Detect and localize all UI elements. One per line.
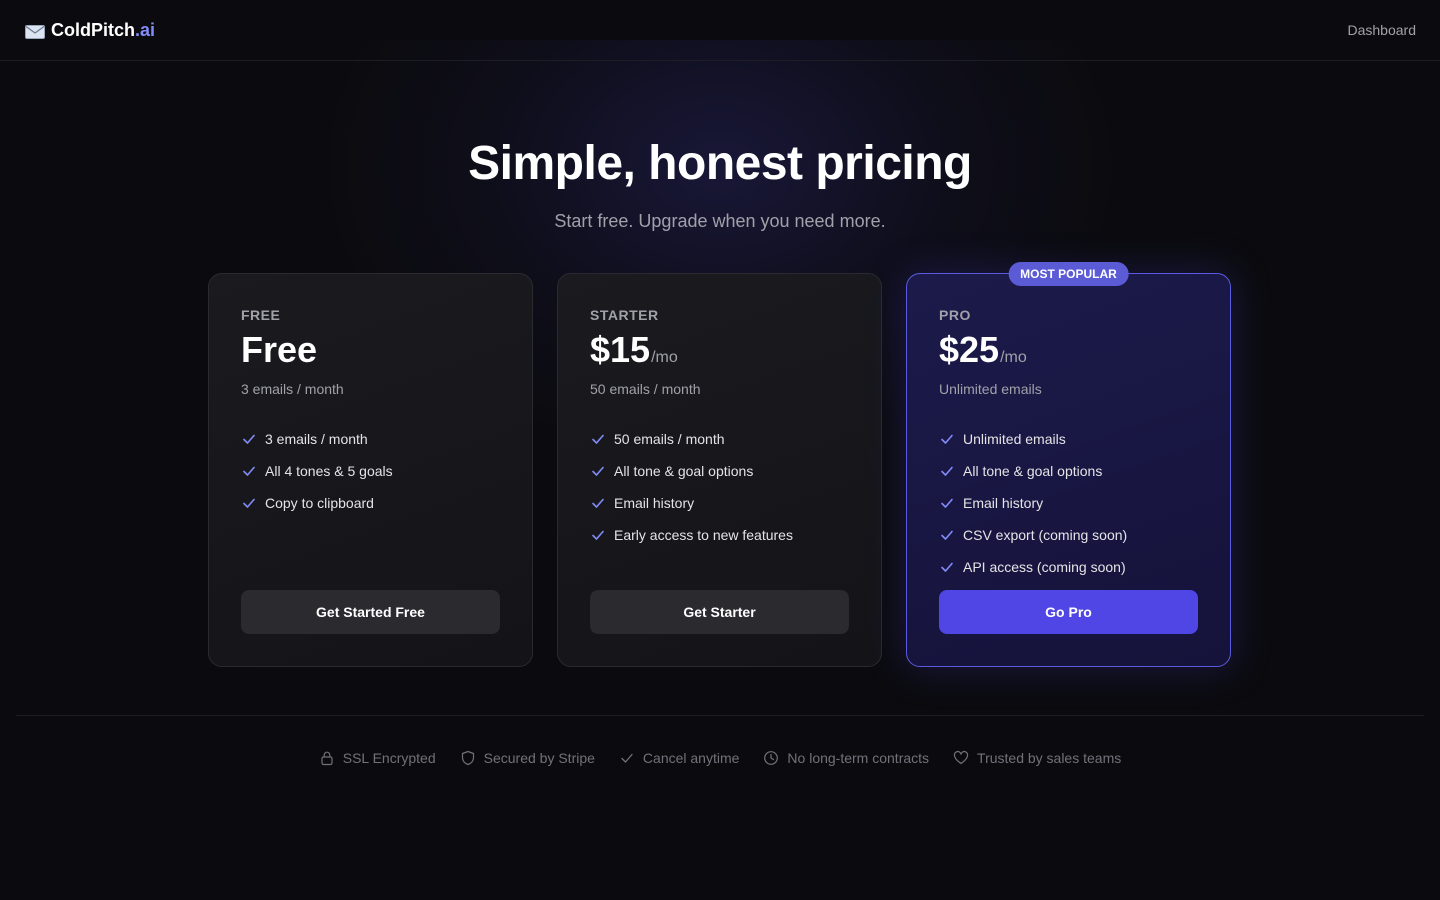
plan-price: Free: [241, 329, 318, 370]
feature-item: Unlimited emails: [939, 423, 1198, 455]
feature-label: All tone & goal options: [963, 463, 1103, 479]
feature-item: Copy to clipboard: [241, 487, 500, 519]
trust-item-cancel: Cancel anytime: [619, 746, 740, 770]
price-row: $15 /mo: [590, 329, 849, 371]
feature-item: All 4 tones & 5 goals: [241, 455, 500, 487]
trust-label: Cancel anytime: [642, 750, 740, 766]
feature-label: 3 emails / month: [265, 431, 368, 447]
check-icon: [592, 434, 604, 444]
check-icon: [592, 530, 604, 540]
plan-price: $25: [939, 329, 1000, 370]
feature-item: 3 emails / month: [241, 423, 500, 455]
feature-label: All tone & goal options: [614, 463, 754, 479]
plan-tier: PRO: [939, 307, 971, 323]
trust-item-teams: Trusted by sales teams: [953, 746, 1121, 770]
check-icon: [592, 466, 604, 476]
feature-item: All tone & goal options: [590, 455, 849, 487]
feature-item: Email history: [939, 487, 1198, 519]
trust-item-contracts: No long-term contracts: [763, 746, 929, 770]
plan-period: /mo: [651, 349, 678, 366]
page-title: Simple, honest pricing: [468, 137, 972, 190]
feature-label: 50 emails / month: [614, 431, 725, 447]
check-icon: [243, 434, 255, 444]
feature-label: Early access to new features: [614, 527, 793, 543]
feature-label: Email history: [963, 495, 1044, 511]
heart-icon: [953, 750, 969, 765]
price-row: Free: [241, 329, 500, 371]
feature-label: CSV export (coming soon): [963, 527, 1128, 543]
feature-list: 3 emails / month All 4 tones & 5 goals C…: [241, 423, 500, 519]
plan-card-pro: MOST POPULAR PRO $25 /mo Unlimited email…: [906, 262, 1231, 667]
feature-label: API access (coming soon): [963, 559, 1126, 575]
trust-item-ssl: SSL Encrypted: [319, 746, 436, 770]
feature-list: Unlimited emails All tone & goal options…: [939, 423, 1198, 583]
check-icon: [941, 562, 953, 572]
check-icon: [941, 498, 953, 508]
trust-label: SSL Encrypted: [342, 750, 436, 766]
check-icon: [941, 530, 953, 540]
hero: Simple, honest pricing Start free. Upgra…: [0, 136, 1440, 232]
plan-quota: Unlimited emails: [939, 381, 1042, 397]
check-icon: [941, 434, 953, 444]
check-icon: [941, 466, 953, 476]
plan-period: /mo: [1000, 349, 1027, 366]
check-icon: [243, 466, 255, 476]
logo-text: ColdPitch.ai: [51, 19, 156, 40]
price-row: $25 /mo: [939, 329, 1198, 371]
trust-label: Secured by Stripe: [483, 750, 595, 766]
trust-item-stripe: Secured by Stripe: [460, 746, 595, 770]
feature-list: 50 emails / month All tone & goal option…: [590, 423, 849, 551]
check-icon: [592, 498, 604, 508]
lock-icon: [321, 751, 333, 766]
trust-bar: SSL Encrypted Secured by Stripe Cancel a…: [0, 746, 1440, 770]
plan-card-starter: STARTER $15 /mo 50 emails / month 50 ema…: [557, 273, 882, 667]
trust-label: Trusted by sales teams: [977, 750, 1122, 766]
feature-label: Unlimited emails: [963, 431, 1066, 447]
pricing-cards: FREE Free 3 emails / month 3 emails / mo…: [208, 262, 1232, 667]
plan-tier: STARTER: [590, 307, 659, 323]
logo-link[interactable]: ColdPitch.ai: [25, 20, 155, 41]
feature-item: 50 emails / month: [590, 423, 849, 455]
plan-price: $15: [590, 329, 651, 370]
plan-tier: FREE: [241, 307, 281, 323]
go-pro-button[interactable]: Go Pro: [939, 590, 1198, 634]
feature-label: All 4 tones & 5 goals: [265, 463, 393, 479]
feature-item: CSV export (coming soon): [939, 519, 1198, 551]
clock-icon: [764, 751, 779, 765]
footer-divider: [16, 715, 1424, 716]
shield-icon: [461, 750, 474, 766]
feature-label: Copy to clipboard: [265, 495, 374, 511]
get-starter-button[interactable]: Get Starter: [590, 590, 849, 634]
envelope-icon: [25, 23, 45, 39]
plan-quota: 3 emails / month: [241, 381, 344, 397]
dashboard-link[interactable]: Dashboard: [1348, 22, 1417, 38]
feature-item: All tone & goal options: [939, 455, 1198, 487]
top-navbar: ColdPitch.ai Dashboard: [0, 0, 1440, 61]
most-popular-badge: MOST POPULAR: [1008, 262, 1129, 286]
page-subtitle: Start free. Upgrade when you need more.: [554, 211, 886, 231]
feature-item: Email history: [590, 487, 849, 519]
get-started-free-button[interactable]: Get Started Free: [241, 590, 500, 634]
check-icon: [621, 753, 633, 763]
feature-label: Email history: [614, 495, 695, 511]
plan-card-free: FREE Free 3 emails / month 3 emails / mo…: [208, 273, 533, 667]
plan-quota: 50 emails / month: [590, 381, 701, 397]
trust-label: No long-term contracts: [787, 750, 930, 766]
feature-item: API access (coming soon): [939, 551, 1198, 583]
feature-item: Early access to new features: [590, 519, 849, 551]
check-icon: [243, 498, 255, 508]
